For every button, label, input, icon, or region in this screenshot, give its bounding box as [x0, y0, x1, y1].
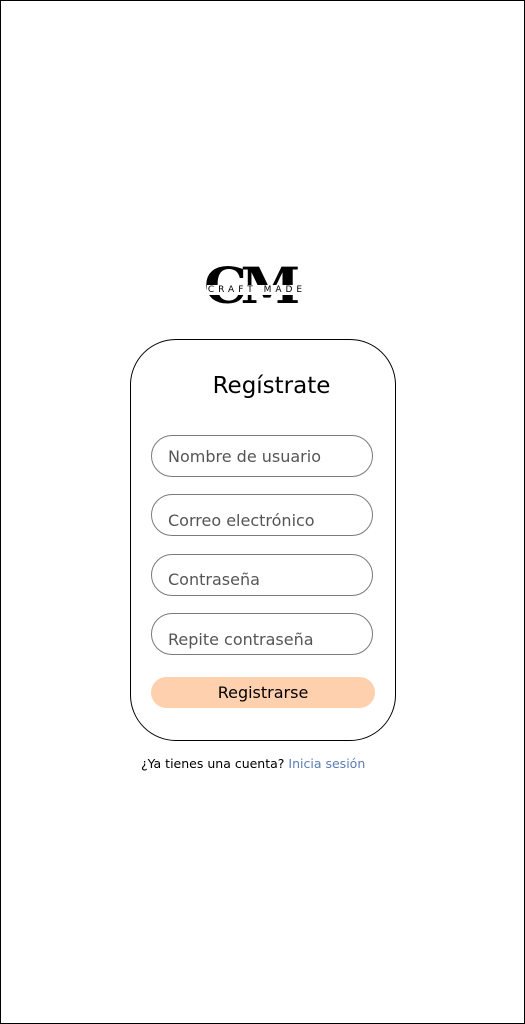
login-prompt-text: ¿Ya tienes una cuenta? — [141, 756, 285, 771]
logo-wordmark: CRAFT MADE — [194, 284, 320, 296]
login-link[interactable]: Inicia sesión — [288, 756, 365, 771]
email-input[interactable] — [151, 494, 373, 536]
repeat-password-input[interactable] — [151, 613, 373, 655]
register-button[interactable]: Registrarse — [151, 677, 375, 708]
password-input[interactable] — [151, 554, 373, 596]
username-input[interactable] — [151, 435, 373, 477]
login-prompt: ¿Ya tienes una cuenta? Inicia sesión — [141, 755, 365, 773]
craft-made-logo: CM CRAFT MADE — [190, 258, 320, 314]
logo-wordmark-text: CRAFT MADE — [206, 285, 308, 295]
register-title: Regístrate — [212, 373, 331, 399]
